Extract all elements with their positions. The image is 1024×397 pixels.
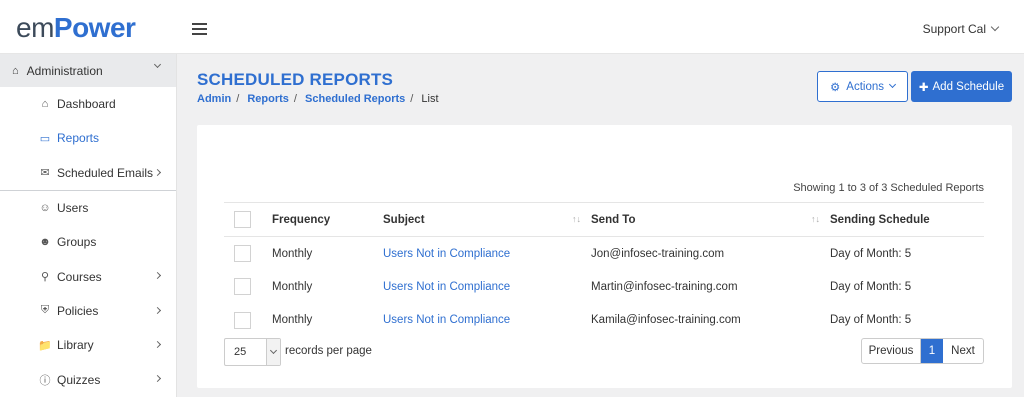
select-all-cell [224, 202, 272, 237]
top-bar: emPower Support Cal [0, 0, 1024, 54]
records-summary: Showing 1 to 3 of 3 Scheduled Reports [793, 182, 984, 194]
shield-icon: ⛨ [40, 304, 50, 317]
sidebar-item-library[interactable]: 📁 Library [0, 328, 176, 362]
empower-logo[interactable]: emPower [16, 12, 136, 44]
row-checkbox[interactable] [234, 311, 251, 329]
table-row: Monthly Users Not in Compliance Jon@info… [224, 237, 984, 271]
row-checkbox[interactable] [234, 278, 251, 296]
reports-card: Showing 1 to 3 of 3 Scheduled Reports Fr… [197, 125, 1012, 388]
breadcrumb-current: List [421, 93, 439, 105]
chevron-down-icon [266, 339, 280, 365]
page-size-label: records per page [285, 345, 372, 357]
user-icon: ☺ [39, 202, 51, 215]
breadcrumb-admin[interactable]: Admin [197, 93, 231, 105]
chevron-right-icon [153, 306, 162, 314]
table-row: Monthly Users Not in Compliance Martin@i… [224, 270, 984, 304]
cell-subject-link[interactable]: Users Not in Compliance [383, 270, 591, 304]
home-icon: ⌂ [12, 64, 19, 77]
column-frequency[interactable]: Frequency [272, 202, 383, 237]
select-all-checkbox[interactable] [234, 211, 251, 228]
chevron-right-icon [153, 375, 162, 383]
breadcrumb: Admin / Reports / Scheduled Reports / List [197, 93, 439, 105]
cell-frequency: Monthly [272, 247, 313, 260]
sidebar-item-scheduled-emails[interactable]: ✉ Scheduled Emails [0, 156, 176, 190]
pagination: Previous 1 Next [861, 338, 984, 364]
users-icon: ☻ [39, 236, 51, 249]
page-size-select[interactable]: 25 [224, 338, 281, 366]
row-checkbox[interactable] [234, 245, 251, 262]
menu-toggle-icon[interactable] [192, 23, 207, 35]
page-title: SCHEDULED REPORTS [197, 70, 394, 89]
sidebar-item-dashboard[interactable]: ⌂ Dashboard [0, 87, 176, 121]
chevron-down-icon [153, 60, 162, 69]
cell-frequency: Monthly [272, 314, 313, 327]
question-icon: ⓘ [39, 374, 51, 387]
add-schedule-button[interactable]: ✚ Add Schedule [911, 71, 1012, 102]
chevron-right-icon [153, 272, 162, 280]
cell-send-to: Jon@infosec-training.com [591, 247, 725, 260]
sidebar-item-groups[interactable]: ☻ Groups [0, 225, 176, 259]
sidebar-item-reports[interactable]: ▭ Reports [0, 121, 176, 155]
cell-subject-link[interactable]: Users Not in Compliance [383, 304, 591, 338]
table-header-row: Frequency Subject ↑↓ Send To ↑↓ Sending Sc… [224, 202, 984, 237]
cell-send-to: Martin@infosec-training.com [591, 280, 738, 293]
cell-send-to: Kamila@infosec-training.com [591, 314, 741, 327]
sidebar: ⌂ Administration ⌂ Dashboard ▭ Reports ✉ Sc… [0, 54, 177, 397]
cell-schedule: Day of Month: 5 [830, 314, 912, 327]
home-icon: ⌂ [41, 98, 49, 111]
chevron-down-icon [990, 22, 1000, 32]
column-subject[interactable]: Subject ↑↓ [383, 202, 591, 237]
actions-dropdown-button[interactable]: ⚙ Actions [817, 71, 908, 102]
sidebar-item-quizzes[interactable]: ⓘ Quizzes [0, 362, 176, 396]
column-send-to[interactable]: Send To ↑↓ [591, 202, 830, 237]
sort-icon: ↑↓ [572, 214, 581, 224]
next-page-button[interactable]: Next [943, 339, 983, 363]
sidebar-item-courses[interactable]: ⚲ Courses [0, 259, 176, 293]
cell-schedule: Day of Month: 5 [830, 247, 912, 260]
cell-subject-link[interactable]: Users Not in Compliance [383, 237, 591, 271]
cell-frequency: Monthly [272, 280, 313, 293]
breadcrumb-scheduled-reports[interactable]: Scheduled Reports [305, 93, 405, 105]
table-row: Monthly Users Not in Compliance Kamila@i… [224, 304, 984, 338]
chevron-down-icon [888, 80, 897, 89]
breadcrumb-reports[interactable]: Reports [247, 93, 289, 105]
mail-icon: ✉ [40, 167, 50, 180]
award-icon: ⚲ [40, 271, 50, 284]
sort-icon: ↑↓ [811, 214, 820, 224]
chevron-right-icon [153, 341, 162, 349]
scheduled-reports-table: Frequency Subject ↑↓ Send To ↑↓ Sending Sc… [224, 202, 984, 337]
cell-schedule: Day of Month: 5 [830, 280, 912, 293]
sidebar-item-policies[interactable]: ⛨ Policies [0, 294, 176, 328]
sidebar-section-administration[interactable]: ⌂ Administration [0, 54, 176, 87]
folder-icon: 📁 [38, 339, 52, 352]
previous-page-button[interactable]: Previous [862, 339, 921, 363]
user-menu[interactable]: Support Cal [922, 22, 1000, 36]
user-name: Support Cal [922, 22, 986, 36]
sidebar-item-users[interactable]: ☺ Users [0, 191, 176, 225]
chevron-right-icon [153, 168, 162, 176]
gear-icon: ⚙ [829, 81, 841, 94]
plus-icon: ✚ [918, 81, 929, 94]
column-sending-schedule[interactable]: Sending Schedule [830, 202, 984, 237]
current-page-button[interactable]: 1 [921, 339, 943, 363]
monitor-icon: ▭ [39, 132, 51, 145]
